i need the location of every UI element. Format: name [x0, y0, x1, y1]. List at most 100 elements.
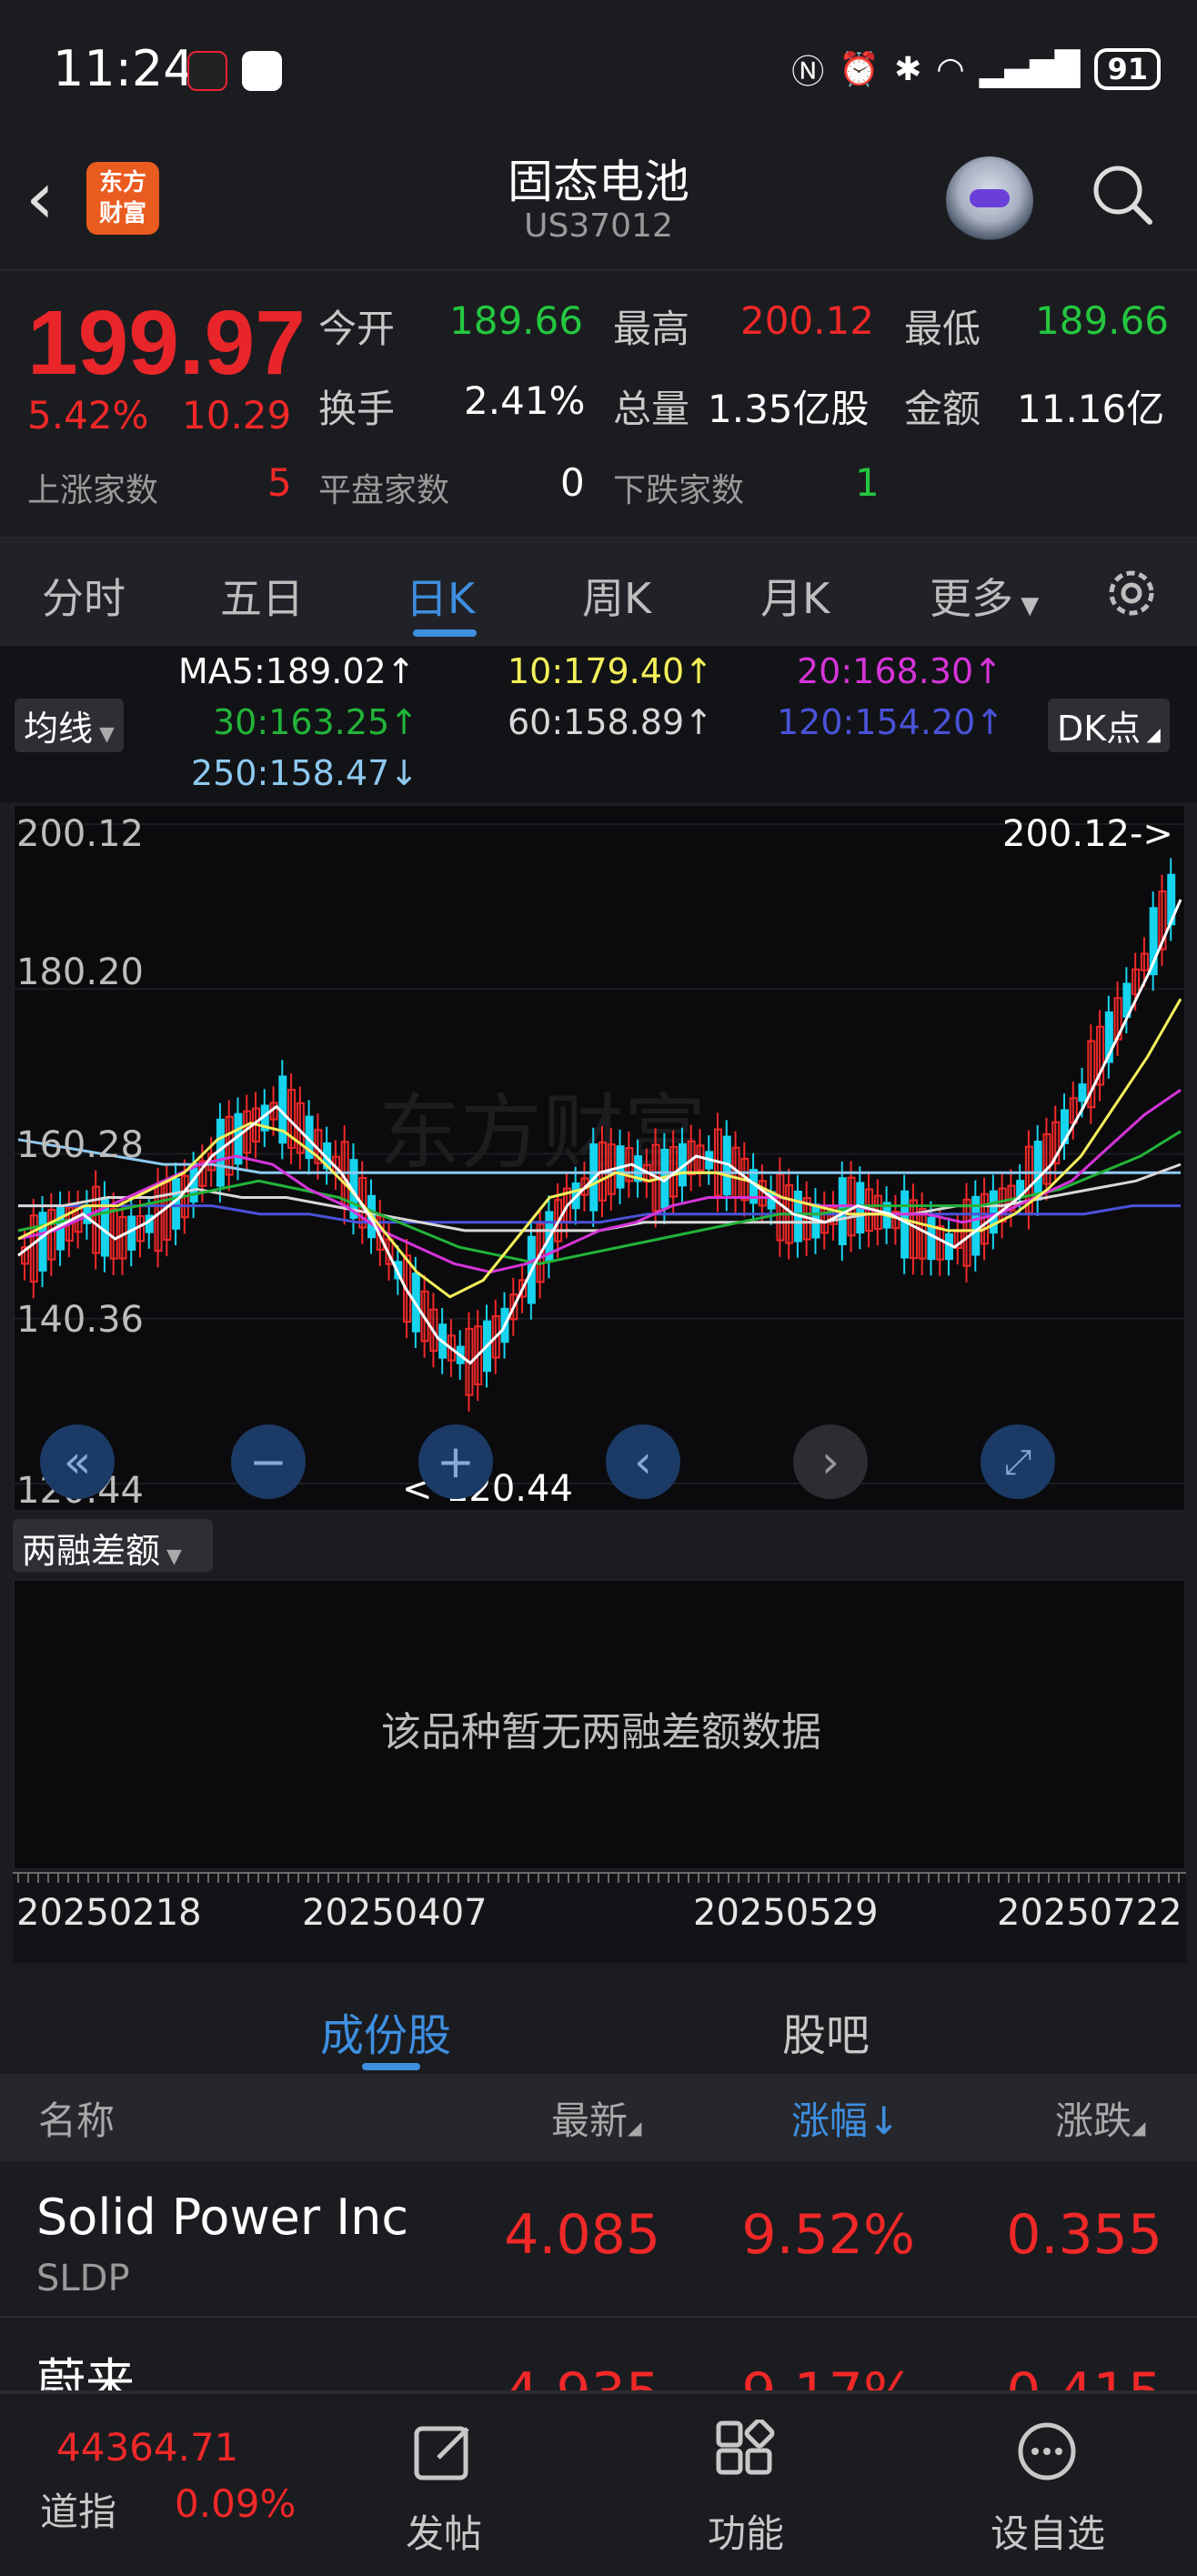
candle	[900, 1190, 910, 1259]
last-price: 199.97	[27, 292, 306, 394]
y-tick-label: 140.36	[16, 1299, 144, 1341]
zoom-in-button[interactable]: +	[418, 1424, 493, 1499]
change-value: 10.29	[182, 393, 292, 438]
high-label: 最高	[613, 307, 690, 351]
corner-icon: ◢	[1141, 723, 1161, 745]
active-tab-indicator	[413, 629, 477, 637]
tab-five-day[interactable]: 五日	[220, 566, 304, 626]
tab-constituents[interactable]: 成份股	[320, 1999, 451, 2063]
index-name[interactable]: 道指	[40, 2481, 116, 2537]
kline-svg: 东方财富	[15, 823, 1188, 1484]
index-value[interactable]: 44364.71	[56, 2425, 238, 2470]
index-change[interactable]: 0.09%	[175, 2481, 296, 2526]
post-icon[interactable]	[411, 2420, 475, 2483]
tab-forum[interactable]: 股吧	[782, 1999, 870, 2063]
candle	[172, 1178, 181, 1230]
tab-monthly-k[interactable]: 月K	[760, 566, 830, 626]
margin-selector[interactable]: 两融差额 ▼	[13, 1519, 213, 1572]
more-circle-icon[interactable]	[1015, 2420, 1079, 2483]
tab-intraday[interactable]: 分时	[42, 566, 126, 626]
amount-value: 11.16亿	[1017, 387, 1165, 431]
search-icon[interactable]	[1090, 162, 1153, 226]
constituent-tabs: 成份股 股吧	[0, 1963, 1197, 2074]
down-count-label: 下跌家数	[613, 472, 745, 509]
scroll-right-button[interactable]: ›	[793, 1424, 868, 1499]
period-tabs: 分时 五日 日K 周K 月K 更多 ▼	[0, 537, 1197, 646]
candle	[127, 1215, 136, 1251]
ma5-value: MA5:189.02↑	[178, 651, 416, 691]
y-tick-label: 180.20	[16, 951, 144, 993]
ma-selector[interactable]: 均线 ▼	[15, 699, 124, 752]
watermark: 东方财富	[378, 1085, 706, 1181]
y-tick-label: 200.12	[16, 813, 144, 855]
assistant-avatar-icon[interactable]	[946, 156, 1033, 244]
dropdown-icon: ▼	[1013, 592, 1040, 619]
alarm-icon: ⏰	[839, 51, 880, 88]
candle	[1033, 1141, 1042, 1201]
expand-icon: ⤢	[1003, 1441, 1032, 1482]
quote-panel: 199.97 5.42% 10.29 今开 189.66 最高 200.12 最…	[0, 269, 1197, 535]
function-icon[interactable]	[713, 2420, 777, 2483]
bottom-bar: 44364.71 道指 0.09% 发帖 功能 设自选	[0, 2392, 1197, 2576]
status-bar: 11:24 Ⓝ ⏰ ✱ ◠ ▂▄▆█ 91	[0, 0, 1197, 146]
amount-label: 金额	[904, 387, 981, 431]
up-count: 5	[267, 460, 292, 505]
dropdown-icon: ▼	[93, 723, 115, 746]
ma120-value: 120:154.20↑	[777, 702, 1005, 742]
scroll-to-start-button[interactable]: «	[40, 1424, 115, 1499]
column-latest[interactable]: 最新◢	[551, 2090, 641, 2146]
tab-more[interactable]: 更多 ▼	[930, 566, 1039, 626]
table-row[interactable]: Solid Power Inc SLDP 4.085 9.52% 0.355	[0, 2161, 1197, 2318]
margin-selector-label: 两融差额	[22, 1531, 161, 1571]
stock-code: SLDP	[36, 2258, 130, 2299]
column-change-pct[interactable]: 涨幅↓	[791, 2090, 900, 2146]
ma250-value: 250:158.47↓	[191, 753, 419, 793]
empty-message: 该品种暂无两融差额数据	[381, 1709, 821, 1756]
clock: 11:24	[53, 40, 195, 97]
up-count-label: 上涨家数	[27, 472, 159, 509]
tab-daily-k[interactable]: 日K	[406, 566, 475, 626]
table-header: 名称 最新◢ 涨幅↓ 涨跌◢	[0, 2074, 1197, 2161]
flat-count: 0	[560, 460, 585, 505]
column-change[interactable]: 涨跌◢	[1055, 2090, 1145, 2146]
down-count: 1	[855, 460, 880, 505]
sort-icon: ◢	[628, 2117, 642, 2138]
post-label[interactable]: 发帖	[371, 2503, 517, 2559]
tab-weekly-k[interactable]: 周K	[582, 566, 651, 626]
function-label[interactable]: 功能	[673, 2503, 819, 2559]
volume-label: 总量	[613, 387, 690, 431]
gear-icon[interactable]	[1102, 564, 1161, 622]
ma20-value: 20:168.30↑	[797, 651, 1002, 691]
fullscreen-button[interactable]: ⤢	[981, 1424, 1055, 1499]
change-value: 0.355	[1006, 2203, 1162, 2267]
high-value: 200.12	[740, 298, 874, 343]
ma10-value: 10:179.40↑	[508, 651, 713, 691]
candle	[927, 1216, 936, 1261]
double-chevron-left-icon: «	[63, 1435, 92, 1488]
app-notification-icon-2	[242, 51, 282, 91]
minus-icon: −	[249, 1435, 287, 1488]
system-icons: Ⓝ ⏰ ✱ ◠ ▂▄▆█ 91	[791, 45, 1161, 93]
ma30-value: 30:163.25↑	[213, 702, 418, 742]
ma-selector-label: 均线	[24, 709, 94, 749]
turnover-label: 换手	[318, 387, 396, 431]
scroll-left-button[interactable]: ‹	[606, 1424, 680, 1499]
candle	[1078, 1083, 1087, 1102]
latest-price: 4.085	[504, 2203, 660, 2267]
flat-count-label: 平盘家数	[318, 472, 450, 509]
column-change-label: 涨跌	[1055, 2098, 1132, 2143]
battery-icon: 91	[1094, 48, 1161, 90]
kline-chart[interactable]: 东方财富 200.12 180.20 160.28 140.36 120.44 …	[13, 804, 1188, 1512]
wifi-icon: ◠	[936, 50, 965, 88]
app-notification-icon	[187, 51, 227, 91]
dropdown-icon: ▼	[160, 1545, 182, 1568]
latest-price: 4.935	[473, 2361, 660, 2390]
zoom-out-button[interactable]: −	[231, 1424, 306, 1499]
table-row[interactable]: 蔚来 4.935 9.17% 0.415	[0, 2319, 1197, 2392]
date-axis-ticks	[13, 1872, 1186, 1883]
dk-point-toggle[interactable]: DK点 ◢	[1048, 699, 1170, 752]
volume-value: 1.35亿股	[708, 387, 870, 431]
date-label: 20250529	[693, 1892, 879, 1934]
signal-icon: ▂▄▆█	[979, 50, 1081, 88]
add-watchlist-label[interactable]: 设自选	[975, 2503, 1121, 2559]
